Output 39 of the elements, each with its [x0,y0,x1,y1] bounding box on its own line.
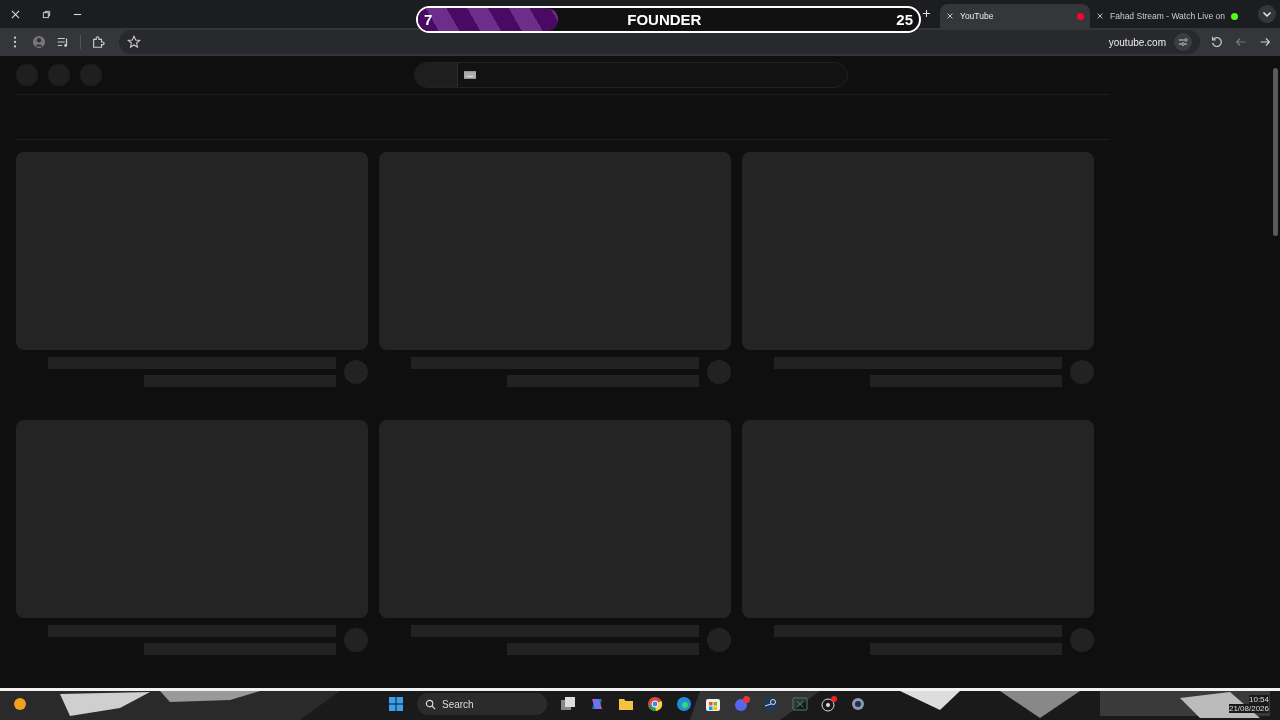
overlay-title: FOUNDER [626,11,703,28]
restore-icon[interactable] [41,9,52,19]
media-queue-icon[interactable] [56,35,70,49]
browser-tab[interactable]: YouTube [940,4,1090,28]
goal-number: 25 [896,11,913,28]
skeleton-block [415,63,458,87]
search-placeholder: Search [442,698,474,710]
search-field[interactable] [414,62,848,88]
url-text: youtube.com [1108,36,1166,48]
close-icon[interactable] [946,12,954,20]
task-view-icon[interactable] [560,696,576,712]
extensions-icon[interactable] [91,35,105,49]
browser-tab[interactable]: Fahad Stream - Watch Live on [1090,4,1244,28]
address-bar[interactable]: youtube.com [119,30,1200,54]
level-number: 7 [424,11,433,28]
taskbar-search-field[interactable]: Search [417,693,547,715]
gear-icon[interactable] [850,696,866,712]
profile-avatar-icon[interactable] [32,35,46,49]
close-icon[interactable] [1096,12,1104,20]
reload-icon[interactable] [1210,35,1224,49]
recorder-icon[interactable] [821,696,837,712]
tab-list-icon[interactable] [1258,5,1276,23]
close-icon[interactable] [10,9,21,19]
back-arrow-icon[interactable] [1234,35,1248,49]
chat-app-icon[interactable] [734,696,750,712]
new-tab-icon[interactable] [922,9,931,18]
tab-title: YouTube [960,11,995,21]
chrome-icon[interactable] [647,696,663,712]
site-settings-icon[interactable] [1174,33,1192,51]
spreadsheet-icon[interactable] [792,696,808,712]
star-icon[interactable] [127,35,141,49]
forward-arrow-icon[interactable] [1258,35,1272,49]
start-icon[interactable] [388,696,404,712]
folder-icon[interactable] [618,696,634,712]
tab-title: Fahad Stream - Watch Live on [1110,11,1225,21]
clock-time[interactable]: 10:54 [1249,695,1269,704]
search-icon [425,698,436,710]
weather-icon[interactable] [12,696,28,712]
clock-date[interactable]: 21/08/2026 [1228,704,1269,713]
